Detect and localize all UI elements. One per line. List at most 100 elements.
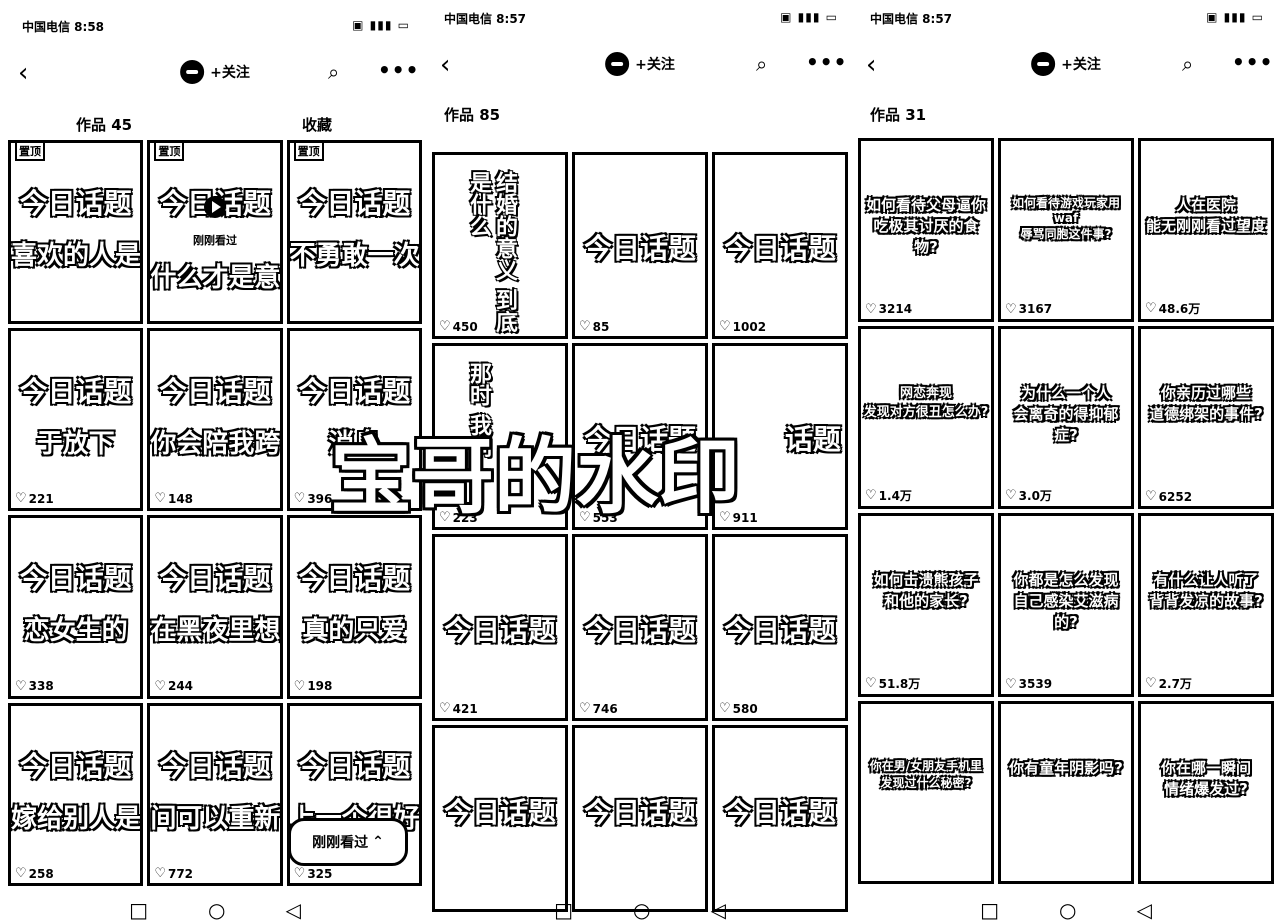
card-title: 今日话题 [723, 614, 836, 648]
profile-tabs: 作品 31 [856, 104, 1276, 132]
home-icon[interactable]: ○ [1059, 898, 1076, 922]
search-icon[interactable]: ⌕ [328, 60, 352, 84]
video-card[interactable]: 今日话题 恋女生的 ♡ 338 [8, 515, 144, 699]
recent-apps-icon[interactable]: □ [980, 898, 999, 922]
question-card[interactable]: 你亲历过哪些 道德绑架的事件? ♡ 6252 [1138, 325, 1274, 509]
avatar[interactable] [180, 60, 205, 84]
like-count: ♡ 48.6万 [1145, 300, 1201, 316]
card-subtitle: 嫁给别人是 [11, 803, 142, 834]
video-card[interactable]: 置顶今日话题喜欢的人是什 [8, 140, 144, 324]
like-count: ♡ 396 [293, 491, 333, 506]
video-card[interactable]: 今日话题 于放下 ♡ 221 [8, 327, 144, 511]
follow-area[interactable]: +关注 [605, 52, 675, 76]
tab-works[interactable]: 作品 85 [444, 104, 500, 125]
video-card[interactable]: 置顶今日话题刚刚看过什么才是意 [147, 140, 283, 324]
back-nav-icon[interactable]: ◁ [1136, 898, 1151, 922]
heart-icon: ♡ [719, 319, 731, 334]
question-card[interactable]: 人在医院 能无刚刚看过望度 ♡ 48.6万 [1138, 138, 1274, 322]
like-count: ♡ 1.4万 [865, 488, 912, 503]
question-card[interactable]: 有什么让人听了 背背发凉的故事? ♡ 2.7万 [1138, 513, 1274, 697]
video-card[interactable]: 今日话题 [712, 725, 848, 912]
follow-button[interactable]: +关注 [210, 62, 250, 82]
follow-area[interactable]: +关注 [180, 60, 250, 84]
question-card[interactable]: 你在男/女朋友手机里 发现过什么秘密? [858, 700, 994, 884]
card-title: 今日话题 [583, 232, 696, 266]
tab-works[interactable]: 作品 45 [76, 114, 132, 135]
card-title: 今日话题 [583, 796, 696, 830]
follow-area[interactable]: +关注 [1031, 52, 1101, 76]
more-icon[interactable]: ••• [1232, 50, 1272, 74]
heart-icon: ♡ [1145, 489, 1157, 504]
back-nav-icon[interactable]: ◁ [710, 898, 725, 922]
like-count: ♡ 338 [15, 678, 54, 694]
question-card[interactable]: 如何看待游戏玩家用waf 辱骂同胞这件事? ♡ 3167 [998, 138, 1134, 322]
back-icon[interactable]: ‹ [18, 60, 46, 88]
question-card[interactable]: 你都是怎么发现 自己感染艾滋病的? ♡ 3539 [998, 513, 1134, 697]
back-nav-icon[interactable]: ◁ [285, 898, 300, 922]
recently-viewed-button[interactable]: 刚刚看过 ⌃ [288, 818, 408, 866]
video-card[interactable]: 置顶 今日话题 不勇敢一次 [286, 140, 422, 324]
heart-icon: ♡ [15, 678, 27, 694]
avatar[interactable] [605, 52, 630, 76]
video-card[interactable]: 结婚的意义 到底是什么 ♡ 450 [432, 152, 568, 339]
status-icons: ▣ ▮▮▮ ▭ [352, 18, 410, 32]
video-card[interactable]: 今日话题 嫁给别人是 ♡ 258 [8, 702, 144, 886]
search-icon[interactable]: ⌕ [756, 52, 780, 76]
home-icon[interactable]: ○ [633, 898, 650, 922]
question-card[interactable]: 网恋奔现 发现对方很丑怎么办? ♡ 1.4万 [858, 325, 994, 509]
question-card[interactable]: 你在哪一瞬间 情绪爆发过? [1138, 700, 1274, 884]
follow-button[interactable]: +关注 [635, 54, 675, 74]
heart-icon: ♡ [439, 319, 451, 334]
watermark-text: 宝哥的水印 [330, 430, 741, 525]
recent-apps-icon[interactable]: □ [129, 898, 148, 922]
follow-button[interactable]: +关注 [1061, 54, 1101, 74]
video-card[interactable]: 今日话题 你会陪我跨 ♡ 148 [147, 327, 283, 511]
video-card[interactable]: 今日话题 ♡ 1002 [712, 152, 848, 339]
card-subtitle: 在黑夜里想起 [150, 616, 281, 647]
question-card[interactable]: 为什么一个人 会离奇的得抑郁症? ♡ 3.0万 [998, 325, 1134, 509]
back-icon[interactable]: ‹ [866, 52, 894, 80]
card-vertical-title: 结婚的意义 到底是什么 [466, 171, 517, 333]
video-card[interactable]: 今日话题 [572, 725, 708, 912]
card-subtitle: 什么才是意 [150, 262, 281, 293]
like-count: ♡ 3167 [1005, 301, 1053, 317]
question-card[interactable]: 你有童年阴影吗? [998, 700, 1134, 884]
home-icon[interactable]: ○ [208, 898, 225, 922]
video-card[interactable]: 今日话题 ♡ 85 [572, 152, 708, 339]
heart-icon: ♡ [1005, 676, 1017, 692]
like-count: ♡ 3539 [1005, 676, 1053, 692]
video-card[interactable]: 今日话题在黑夜里想起 ♡244 [147, 515, 283, 699]
more-icon[interactable]: ••• [806, 50, 846, 74]
heart-icon: ♡ [579, 319, 591, 334]
video-card[interactable]: 今日话题 ♡ 746 [572, 534, 708, 721]
more-icon[interactable]: ••• [378, 58, 418, 82]
like-count: ♡ 221 [15, 491, 54, 506]
profile-navbar: ‹ +关注 ⌕ ••• [8, 54, 422, 94]
video-card[interactable]: 今日话题 ♡ 580 [712, 534, 848, 721]
heart-icon: ♡ [1005, 488, 1017, 503]
recent-apps-icon[interactable]: □ [554, 898, 573, 922]
recently-viewed-label: 刚刚看过 [312, 835, 369, 851]
back-icon[interactable]: ‹ [440, 52, 468, 80]
like-count: ♡ 148 [154, 491, 194, 506]
tab-favorites[interactable]: 收藏 [302, 114, 332, 135]
play-icon [203, 196, 226, 219]
video-card[interactable]: 今日话题 ♡ 421 [432, 534, 568, 721]
status-icons: ▣ ▮▮▮ ▭ [1206, 10, 1264, 24]
heart-icon: ♡ [293, 866, 306, 881]
status-bar: 中国电信 8:58 ▣ ▮▮▮ ▭ [8, 14, 422, 36]
video-card[interactable]: 今日话题 真的只爱 ♡ 198 [286, 515, 422, 699]
card-title: 今日话题 [443, 614, 556, 648]
video-card[interactable]: 今日话题 [432, 725, 568, 912]
question-card[interactable]: 如何看待父母逼你 吃极其讨厌的食物? ♡ 3214 [858, 138, 994, 322]
tab-works[interactable]: 作品 31 [870, 104, 926, 125]
like-count: ♡ 85 [579, 319, 610, 334]
question-card[interactable]: 如何击溃熊孩子 和他的家长? ♡ 51.8万 [858, 513, 994, 697]
heart-icon: ♡ [293, 491, 306, 506]
search-icon[interactable]: ⌕ [1182, 52, 1206, 76]
heart-icon: ♡ [1145, 300, 1157, 316]
card-subtitle: 间可以重新 [150, 803, 281, 834]
status-icons: ▣ ▮▮▮ ▭ [780, 10, 838, 24]
avatar[interactable] [1031, 52, 1056, 76]
video-card[interactable]: 今日话题 间可以重新 ♡ 772 [147, 702, 283, 886]
